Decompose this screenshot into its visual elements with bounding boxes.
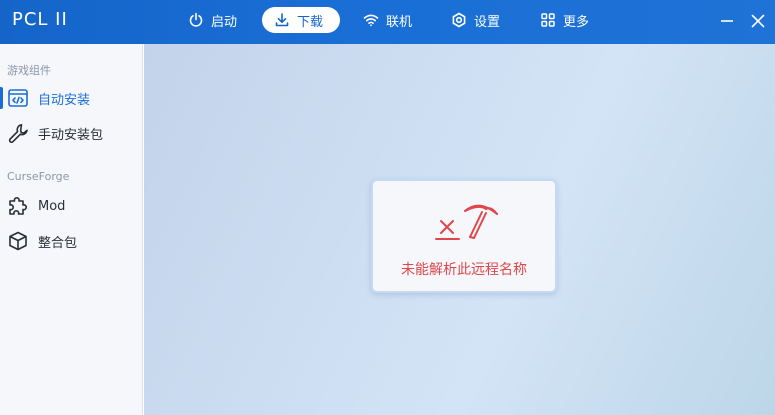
sidebar-item-modpack-label: 整合包 (38, 235, 78, 251)
nav-download-label: 下载 (297, 14, 324, 30)
nav-more[interactable]: 更多 (528, 7, 601, 33)
minimize-icon[interactable] (717, 11, 737, 31)
sidebar-item-auto-install[interactable]: 自动安装 (0, 83, 143, 113)
title-bar: PCL II 启动 下载 联机 设置 更多 (0, 0, 775, 44)
sidebar-item-manual-install[interactable]: 手动安装包 (0, 118, 143, 148)
section-title-curseforge: CurseForge (7, 170, 70, 183)
puzzle-icon (9, 196, 28, 215)
nav-launch[interactable]: 启动 (176, 7, 249, 33)
box-icon (9, 231, 27, 251)
section-title-game: 游戏组件 (7, 64, 51, 77)
grid-icon (541, 13, 555, 27)
sidebar: 游戏组件 自动安装 手动安装包 CurseForge Mod 整合包 (0, 44, 143, 415)
sidebar-item-modpack[interactable]: 整合包 (0, 226, 143, 256)
nav-download[interactable]: 下载 (262, 7, 340, 33)
close-icon[interactable] (748, 11, 768, 31)
nav-more-label: 更多 (563, 14, 590, 30)
sidebar-item-manual-install-label: 手动安装包 (38, 127, 104, 143)
wrench-icon (8, 124, 28, 143)
nav-online[interactable]: 联机 (351, 7, 424, 33)
sidebar-item-mod[interactable]: Mod (0, 191, 143, 221)
main-content: 未能解析此远程名称 (144, 44, 775, 415)
error-message: 未能解析此远程名称 (401, 262, 527, 278)
sidebar-item-mod-label: Mod (38, 198, 66, 214)
nav-settings-label: 设置 (474, 14, 501, 30)
settings-icon (452, 12, 466, 28)
wifi-icon (363, 14, 379, 27)
nav-launch-label: 启动 (211, 14, 238, 30)
app-logo: PCL II (12, 9, 68, 30)
download-icon (275, 13, 289, 27)
power-icon (189, 12, 203, 27)
error-card: 未能解析此远程名称 (371, 179, 557, 293)
sidebar-item-auto-install-label: 自动安装 (38, 92, 91, 108)
nav-settings[interactable]: 设置 (439, 7, 512, 33)
code-icon (8, 89, 28, 107)
pickaxe-error-icon (435, 204, 498, 240)
nav-online-label: 联机 (386, 14, 413, 30)
